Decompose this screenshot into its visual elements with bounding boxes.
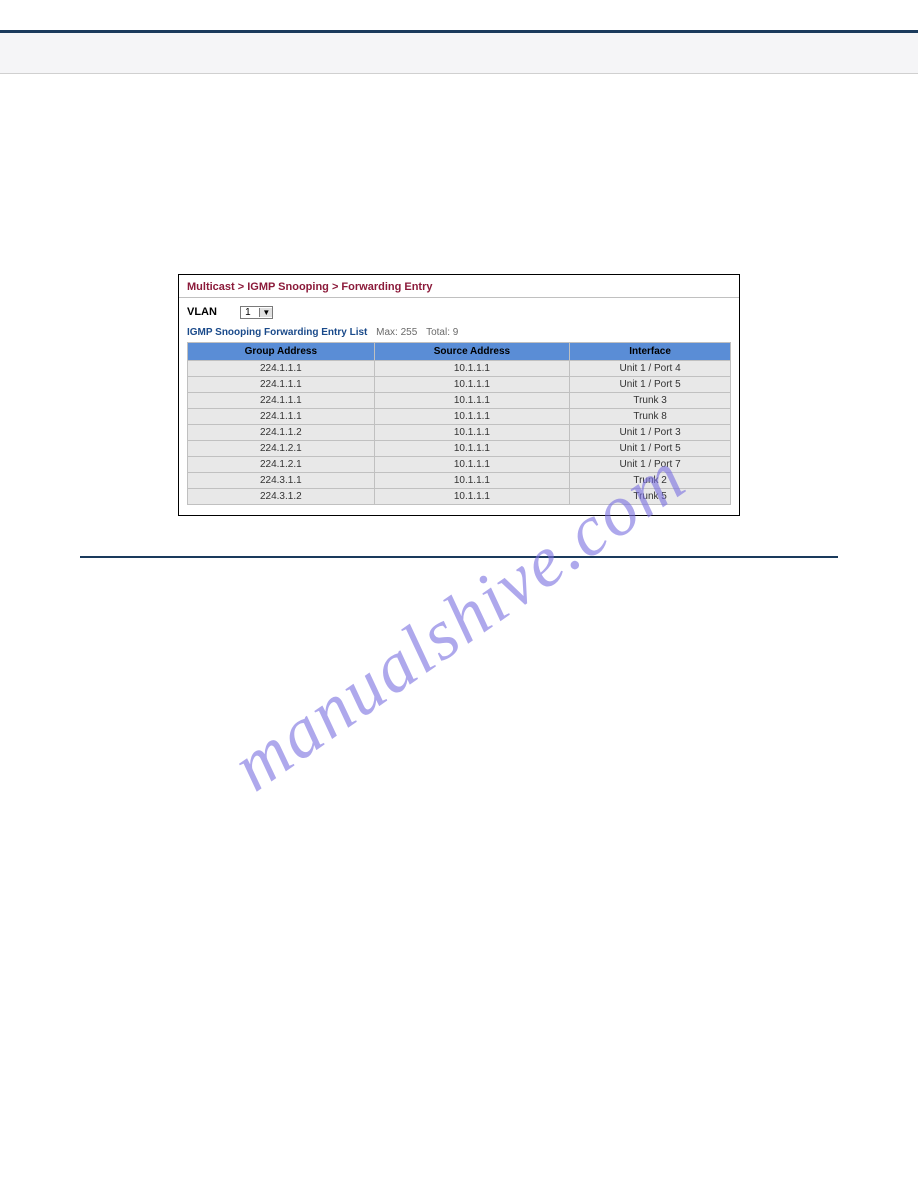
cell-interface: Unit 1 / Port 4: [570, 361, 731, 377]
list-max: Max: 255: [376, 327, 417, 338]
cell-source: 10.1.1.1: [374, 393, 570, 409]
page-header-bar: [0, 30, 918, 74]
table-row: 224.1.2.1 10.1.1.1 Unit 1 / Port 7: [188, 457, 731, 473]
cell-interface: Trunk 3: [570, 393, 731, 409]
table-row: 224.1.1.1 10.1.1.1 Unit 1 / Port 4: [188, 361, 731, 377]
list-title: IGMP Snooping Forwarding Entry List: [187, 327, 367, 338]
forwarding-table: Group Address Source Address Interface 2…: [187, 342, 731, 505]
list-title-row: IGMP Snooping Forwarding Entry List Max:…: [179, 325, 739, 342]
cell-interface: Unit 1 / Port 3: [570, 425, 731, 441]
vlan-label: VLAN: [187, 306, 237, 318]
table-row: 224.3.1.2 10.1.1.1 Trunk 5: [188, 489, 731, 505]
cell-group: 224.1.1.1: [188, 393, 375, 409]
cell-source: 10.1.1.1: [374, 441, 570, 457]
cell-group: 224.1.2.1: [188, 457, 375, 473]
chevron-down-icon[interactable]: ▼: [259, 308, 272, 317]
cell-source: 10.1.1.1: [374, 377, 570, 393]
cell-source: 10.1.1.1: [374, 489, 570, 505]
table-row: 224.1.2.1 10.1.1.1 Unit 1 / Port 5: [188, 441, 731, 457]
col-group-address: Group Address: [188, 343, 375, 361]
cell-group: 224.3.1.1: [188, 473, 375, 489]
cell-source: 10.1.1.1: [374, 409, 570, 425]
cell-group: 224.3.1.2: [188, 489, 375, 505]
cell-group: 224.1.1.1: [188, 377, 375, 393]
cell-group: 224.1.1.1: [188, 361, 375, 377]
cell-group: 224.1.2.1: [188, 441, 375, 457]
table-row: 224.1.1.2 10.1.1.1 Unit 1 / Port 3: [188, 425, 731, 441]
vlan-select[interactable]: 1 ▼: [240, 306, 273, 319]
cell-interface: Unit 1 / Port 5: [570, 377, 731, 393]
breadcrumb: Multicast > IGMP Snooping > Forwarding E…: [179, 275, 739, 298]
vlan-select-value: 1: [245, 307, 251, 318]
cell-source: 10.1.1.1: [374, 457, 570, 473]
list-total: Total: 9: [426, 327, 458, 338]
cell-interface: Trunk 2: [570, 473, 731, 489]
table-row: 224.1.1.1 10.1.1.1 Trunk 3: [188, 393, 731, 409]
table-header-row: Group Address Source Address Interface: [188, 343, 731, 361]
cell-interface: Unit 1 / Port 5: [570, 441, 731, 457]
cell-group: 224.1.1.1: [188, 409, 375, 425]
col-interface: Interface: [570, 343, 731, 361]
cell-interface: Trunk 8: [570, 409, 731, 425]
cell-interface: Unit 1 / Port 7: [570, 457, 731, 473]
section-divider: [80, 556, 838, 558]
cell-source: 10.1.1.1: [374, 425, 570, 441]
config-panel: Multicast > IGMP Snooping > Forwarding E…: [178, 274, 740, 516]
cell-source: 10.1.1.1: [374, 361, 570, 377]
vlan-row: VLAN 1 ▼: [179, 298, 739, 325]
table-row: 224.3.1.1 10.1.1.1 Trunk 2: [188, 473, 731, 489]
cell-group: 224.1.1.2: [188, 425, 375, 441]
cell-source: 10.1.1.1: [374, 473, 570, 489]
cell-interface: Trunk 5: [570, 489, 731, 505]
table-row: 224.1.1.1 10.1.1.1 Trunk 8: [188, 409, 731, 425]
table-row: 224.1.1.1 10.1.1.1 Unit 1 / Port 5: [188, 377, 731, 393]
col-source-address: Source Address: [374, 343, 570, 361]
